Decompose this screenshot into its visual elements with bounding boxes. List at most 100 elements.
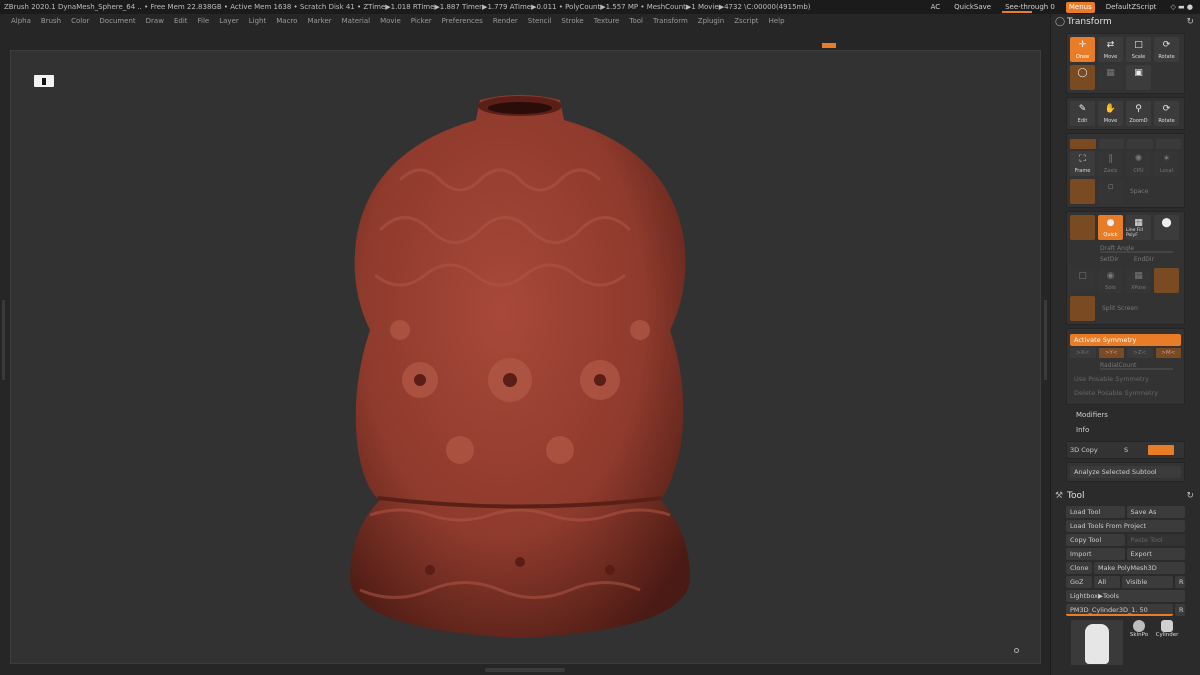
- draw-button[interactable]: ✛ Draw: [1070, 37, 1095, 62]
- menu-document[interactable]: Document: [99, 14, 135, 28]
- menu-file[interactable]: File: [198, 14, 210, 28]
- sym-x-toggle[interactable]: >X<: [1070, 348, 1096, 358]
- activate-symmetry-button[interactable]: Activate Symmetry: [1070, 334, 1181, 346]
- tool-header[interactable]: ⚒ Tool ↻: [1051, 488, 1200, 504]
- goz-button[interactable]: GoZ: [1066, 576, 1092, 588]
- menu-color[interactable]: Color: [71, 14, 89, 28]
- xpose-button[interactable]: ▦ XPose: [1126, 268, 1151, 293]
- frame-button[interactable]: ⛶ Frame: [1070, 151, 1095, 176]
- menu-material[interactable]: Material: [342, 14, 370, 28]
- current-tool-thumbnail[interactable]: [1071, 620, 1123, 665]
- export-button[interactable]: Export: [1126, 548, 1185, 560]
- timeline-marker[interactable]: [822, 43, 836, 48]
- ghost-button[interactable]: [1154, 268, 1179, 293]
- menu-brush[interactable]: Brush: [41, 14, 61, 28]
- enddir-button[interactable]: EndDir: [1134, 256, 1154, 263]
- move-mode-button[interactable]: ⇄ Move: [1098, 37, 1123, 62]
- load-tools-from-project-button[interactable]: Load Tools From Project: [1066, 520, 1185, 532]
- setdir-button[interactable]: SetDir: [1100, 256, 1119, 263]
- 3d-copy-toggle[interactable]: [1148, 445, 1174, 455]
- save-as-button[interactable]: Save As: [1126, 506, 1185, 518]
- menu-layer[interactable]: Layer: [219, 14, 239, 28]
- menu-marker[interactable]: Marker: [307, 14, 331, 28]
- current-tool-r-button[interactable]: R: [1175, 604, 1185, 616]
- rotate-nav-button[interactable]: ⟳ Rotate: [1154, 101, 1179, 126]
- move-nav-button[interactable]: ✋ Move: [1098, 101, 1123, 126]
- rotate-mode-button[interactable]: ⟳ Rotate: [1154, 37, 1179, 62]
- right-tray-handle[interactable]: [1044, 300, 1047, 380]
- skinpo-thumbnail[interactable]: SkinPo: [1127, 620, 1151, 642]
- goz-visible-button[interactable]: Visible: [1122, 576, 1173, 588]
- copy-tool-button[interactable]: Copy Tool: [1066, 534, 1125, 546]
- clone-button[interactable]: Clone: [1066, 562, 1092, 574]
- quicksave-button[interactable]: QuickSave: [951, 0, 994, 14]
- vase-model[interactable]: [340, 90, 700, 650]
- polyf-button[interactable]: ▦ Line Fill PolyF: [1126, 215, 1151, 240]
- menu-zplugin[interactable]: Zplugin: [698, 14, 724, 28]
- delete-posable-symmetry-button[interactable]: Delete Posable Symmetry: [1070, 387, 1181, 399]
- menu-preferences[interactable]: Preferences: [442, 14, 483, 28]
- draft-angle-slider[interactable]: Draft Angle: [1070, 243, 1181, 254]
- cpu-button[interactable]: ✺ CPU: [1126, 151, 1151, 176]
- menu-macro[interactable]: Macro: [276, 14, 297, 28]
- paste-tool-button[interactable]: Paste Tool: [1126, 534, 1185, 546]
- modifiers-subpalette[interactable]: Modifiers: [1051, 408, 1200, 423]
- floor-toggle[interactable]: [1098, 139, 1124, 149]
- menu-stencil[interactable]: Stencil: [528, 14, 552, 28]
- sym-y-toggle[interactable]: >Y<: [1098, 348, 1124, 358]
- goz-r-button[interactable]: R: [1175, 576, 1185, 588]
- left-tray-handle[interactable]: [2, 300, 5, 380]
- current-tool-slider[interactable]: PM3D_Cylinder3D_1. 50: [1066, 604, 1173, 616]
- camera-icon[interactable]: [34, 75, 54, 87]
- space-slider[interactable]: Space: [1130, 188, 1148, 195]
- window-controls[interactable]: ◇ ▬ ●: [1167, 0, 1196, 14]
- sym-z-toggle[interactable]: >Z<: [1127, 348, 1153, 358]
- reset-icon[interactable]: ↻: [1186, 17, 1194, 27]
- local-button[interactable]: ✶ Local: [1154, 151, 1179, 176]
- menu-transform[interactable]: Transform: [653, 14, 688, 28]
- goz-all-button[interactable]: All: [1094, 576, 1120, 588]
- zoom-button[interactable]: ⚲ ZoomD: [1126, 101, 1151, 126]
- quick-button[interactable]: ● Quick: [1098, 215, 1123, 240]
- load-tool-button[interactable]: Load Tool: [1066, 506, 1125, 518]
- menu-movie[interactable]: Movie: [380, 14, 401, 28]
- radial-count-slider[interactable]: RadialCount: [1070, 360, 1181, 371]
- lightbox-tools-button[interactable]: Lightbox▶Tools: [1066, 590, 1185, 602]
- use-posable-symmetry-button[interactable]: Use Posable Symmetry: [1070, 373, 1181, 385]
- ac-button[interactable]: AC: [928, 0, 944, 14]
- menus-button[interactable]: Menus: [1065, 2, 1095, 13]
- import-button[interactable]: Import: [1066, 548, 1125, 560]
- split-button[interactable]: [1070, 296, 1095, 321]
- menu-render[interactable]: Render: [493, 14, 518, 28]
- cylinder-thumbnail[interactable]: Cylinder: [1155, 620, 1179, 642]
- analyze-subtool-button[interactable]: Analyze Selected Subtool: [1070, 466, 1181, 478]
- menu-edit[interactable]: Edit: [174, 14, 188, 28]
- transform-header[interactable]: ◯ Transform ↻: [1051, 14, 1200, 30]
- gizmo-button[interactable]: ◯: [1070, 65, 1095, 90]
- menu-draw[interactable]: Draw: [146, 14, 164, 28]
- space-toggle-button[interactable]: ▫: [1098, 179, 1123, 204]
- menu-picker[interactable]: Picker: [411, 14, 432, 28]
- menu-light[interactable]: Light: [249, 14, 266, 28]
- lsym-button[interactable]: [1070, 215, 1095, 240]
- snapshot-button[interactable]: ▣: [1126, 65, 1151, 90]
- menu-stroke[interactable]: Stroke: [561, 14, 583, 28]
- see-through-slider[interactable]: See-through 0: [1002, 0, 1058, 14]
- material-sphere-button[interactable]: ⬤: [1154, 215, 1179, 240]
- menu-zscript[interactable]: Zscript: [734, 14, 758, 28]
- scale-mode-button[interactable]: □ Scale: [1126, 37, 1151, 62]
- spotlight-button[interactable]: [1070, 179, 1095, 204]
- solo-button[interactable]: ◉ Solo: [1098, 268, 1123, 293]
- menu-alpha[interactable]: Alpha: [11, 14, 31, 28]
- tool-reset-icon[interactable]: ↻: [1186, 491, 1194, 501]
- menu-tool[interactable]: Tool: [629, 14, 643, 28]
- bottom-tray-handle[interactable]: [485, 668, 565, 672]
- default-zscript-button[interactable]: DefaultZScript: [1103, 0, 1160, 14]
- info-subpalette[interactable]: Info: [1051, 423, 1200, 438]
- local-toggle[interactable]: [1127, 139, 1153, 149]
- edit-button[interactable]: ✎ Edit: [1070, 101, 1095, 126]
- transpose-button[interactable]: ▦: [1098, 65, 1123, 90]
- split-screen-slider[interactable]: Split Screen: [1102, 305, 1138, 312]
- transp-button[interactable]: ▢: [1070, 268, 1095, 293]
- sym-m-toggle[interactable]: >M<: [1155, 348, 1181, 358]
